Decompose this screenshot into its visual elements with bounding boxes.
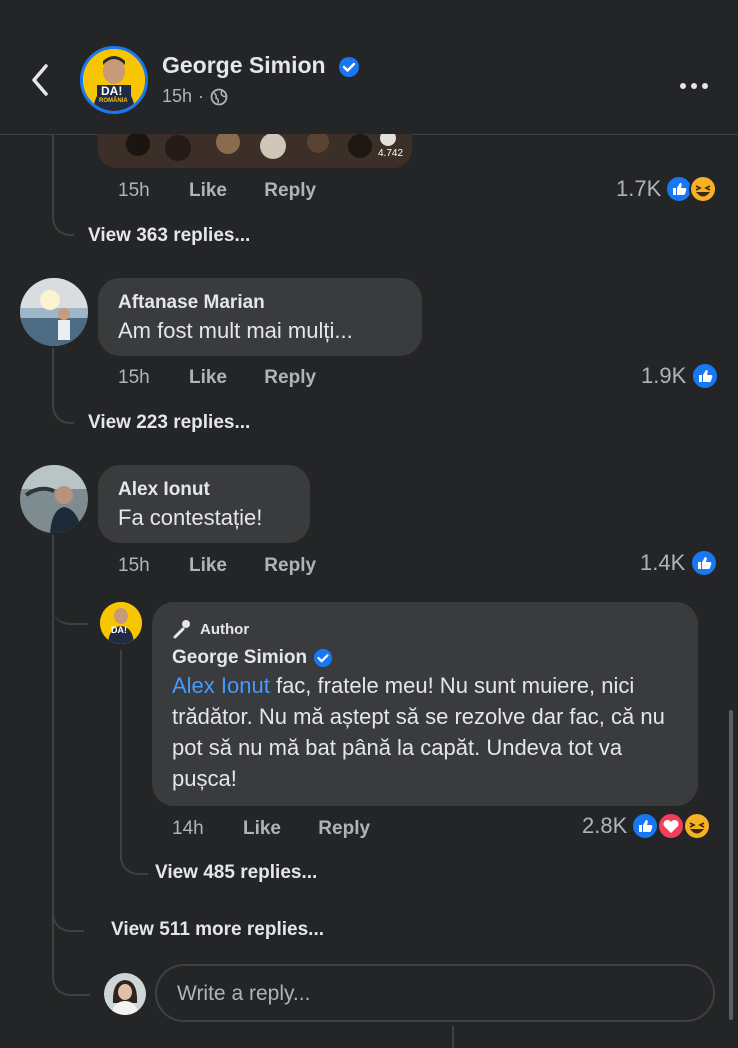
reply-bubble[interactable]: Author George Simion Alex Ionut fac, fra… xyxy=(152,602,698,806)
reaction-count: 1.9K xyxy=(641,363,687,388)
view-replies-link[interactable]: View 485 replies... xyxy=(155,862,317,884)
author-avatar-image xyxy=(100,602,142,644)
comment-actions: 15h Like Reply xyxy=(118,367,348,389)
comment-author[interactable]: Aftanase Marian xyxy=(118,292,265,314)
thread-curve xyxy=(120,845,148,875)
thread-curve xyxy=(52,200,74,236)
verified-badge-icon xyxy=(314,648,333,668)
thread-curve xyxy=(52,960,90,996)
scrollbar[interactable] xyxy=(729,710,733,1020)
reply-author[interactable]: George Simion xyxy=(172,647,333,669)
post-time: 15h xyxy=(162,86,193,106)
avatar-aftanase-image xyxy=(20,278,88,346)
reply-button[interactable]: Reply xyxy=(264,180,316,201)
reply-author-name: George Simion xyxy=(172,647,308,668)
like-reaction-icon xyxy=(690,549,719,577)
author-badge-label: Author xyxy=(200,620,250,638)
verified-badge-icon xyxy=(338,56,359,77)
post-header: DA! ROMÂNIA George Simion 15h · xyxy=(0,0,738,135)
view-replies-link[interactable]: View 363 replies... xyxy=(88,225,250,247)
globe-icon xyxy=(210,88,228,105)
reaction-summary[interactable]: 2.8K xyxy=(582,812,712,840)
reply-text: Alex Ionut fac, fratele meu! Nu sunt mui… xyxy=(172,670,682,794)
page-name-text: George Simion xyxy=(162,52,326,78)
crowd-photo xyxy=(98,134,412,168)
comment-text: Am fost mult mai mulți... xyxy=(118,318,353,343)
author-badge: Author xyxy=(172,618,249,640)
like-love-haha-reactions-icon xyxy=(631,812,712,840)
thread-curve xyxy=(52,388,74,424)
thread-line xyxy=(120,650,122,860)
view-more-replies-link[interactable]: View 511 more replies... xyxy=(111,919,324,941)
comment-author[interactable]: Alex Ionut xyxy=(118,479,210,501)
reply-placeholder: Write a reply... xyxy=(177,982,311,1005)
comment-actions: 15h Like Reply xyxy=(118,555,348,577)
like-button[interactable]: Like xyxy=(243,818,281,839)
reply-actions: 14h Like Reply xyxy=(172,818,402,840)
microphone-icon xyxy=(173,620,190,639)
meta-separator: · xyxy=(198,86,205,106)
post-meta: 15h · xyxy=(162,86,228,107)
author-avatar[interactable]: DA! xyxy=(100,602,142,644)
reaction-count: 2.8K xyxy=(582,813,628,838)
reaction-summary[interactable]: 1.9K xyxy=(641,362,720,390)
comment-bubble[interactable]: Alex Ionut Fa contestație! xyxy=(98,465,310,543)
comment-text: Fa contestație! xyxy=(118,505,263,530)
reply-input[interactable]: Write a reply... xyxy=(155,964,715,1022)
like-button[interactable]: Like xyxy=(189,555,227,576)
mention-link[interactable]: Alex Ionut xyxy=(172,673,270,698)
author-avatar-logo-text: DA! xyxy=(111,625,127,635)
keyboard-divider xyxy=(452,1026,454,1048)
reply-button[interactable]: Reply xyxy=(318,818,370,839)
current-user-avatar[interactable] xyxy=(104,973,146,1015)
avatar[interactable] xyxy=(20,278,88,346)
avatar-logo-subtext: ROMÂNIA xyxy=(99,98,128,104)
comment-time: 15h xyxy=(118,555,150,576)
reaction-count: 1.7K xyxy=(616,176,662,201)
page-avatar[interactable]: DA! ROMÂNIA xyxy=(80,46,148,114)
comment-bubble[interactable]: Aftanase Marian Am fost mult mai mulți..… xyxy=(98,278,422,356)
thread-curve xyxy=(52,900,84,932)
like-haha-reactions-icon xyxy=(665,175,718,203)
back-arrow-icon[interactable] xyxy=(26,60,54,100)
like-button[interactable]: Like xyxy=(189,367,227,388)
media-view-count: 4.742 xyxy=(378,148,404,159)
current-user-avatar-image xyxy=(104,973,146,1015)
reaction-summary[interactable]: 1.7K xyxy=(616,175,719,203)
avatar[interactable] xyxy=(20,465,88,533)
reply-button[interactable]: Reply xyxy=(264,367,316,388)
more-options-button[interactable] xyxy=(680,76,714,89)
page-title[interactable]: George Simion xyxy=(162,52,360,79)
like-button[interactable]: Like xyxy=(189,180,227,201)
comment-actions: 15h Like Reply xyxy=(118,180,348,202)
reply-time: 14h xyxy=(172,818,204,839)
reaction-summary[interactable]: 1.4K xyxy=(640,549,719,577)
avatar-alex-image xyxy=(20,465,88,533)
reply-button[interactable]: Reply xyxy=(264,555,316,576)
view-replies-link[interactable]: View 223 replies... xyxy=(88,412,250,434)
comment-time: 15h xyxy=(118,180,150,201)
avatar-logo-text: DA! xyxy=(101,84,123,98)
comment-time: 15h xyxy=(118,367,150,388)
media-thumbnail[interactable]: 4.742 xyxy=(98,134,412,168)
thread-curve xyxy=(52,595,88,625)
reaction-count: 1.4K xyxy=(640,550,686,575)
like-reaction-icon xyxy=(691,362,720,390)
